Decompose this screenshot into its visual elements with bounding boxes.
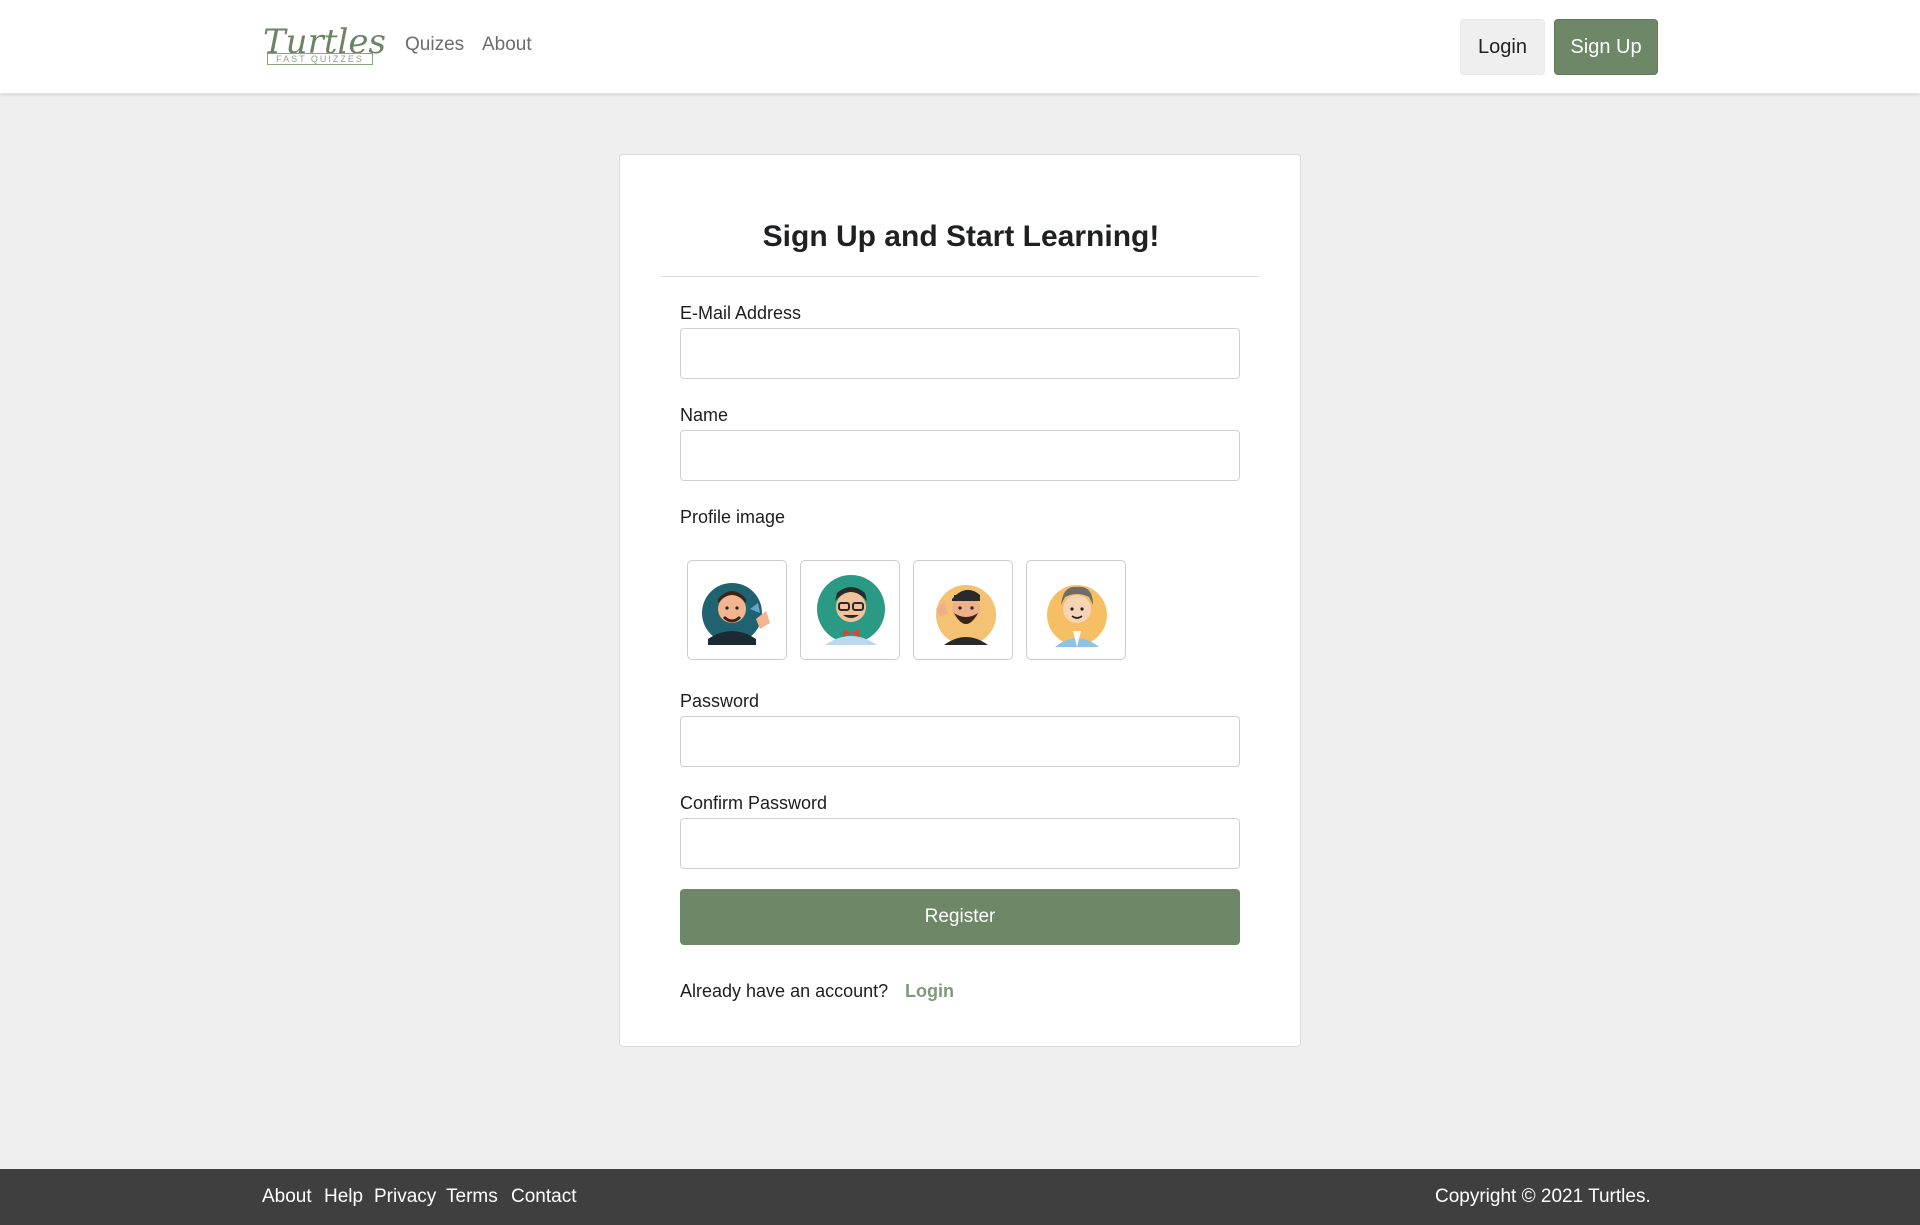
avatar-option-1[interactable] bbox=[687, 560, 787, 660]
footer-link-terms[interactable]: Terms bbox=[446, 1186, 498, 1208]
brand-tagline: FAST QUIZZES bbox=[267, 53, 373, 65]
profile-image-label: Profile image bbox=[680, 507, 786, 527]
brand-logo[interactable]: Turtles FAST QUIZZES bbox=[263, 22, 386, 70]
footer-link-help[interactable]: Help bbox=[324, 1186, 363, 1208]
title-divider bbox=[660, 276, 1260, 277]
avatar-bowtie-man-icon bbox=[817, 575, 885, 645]
nav-link-quizes[interactable]: Quizes bbox=[405, 34, 464, 56]
page-title: Sign Up and Start Learning! bbox=[762, 220, 1160, 253]
avatar-waving-man-icon bbox=[702, 583, 770, 645]
footer-link-about[interactable]: About bbox=[262, 1186, 312, 1208]
already-have-account-text: Already have an account? bbox=[680, 981, 889, 1001]
avatar-option-2[interactable] bbox=[800, 560, 900, 660]
top-navbar: Turtles FAST QUIZZES Quizes About Login … bbox=[0, 0, 1920, 94]
password-label: Password bbox=[680, 691, 760, 711]
footer-link-privacy[interactable]: Privacy bbox=[374, 1186, 436, 1208]
footer-link-contact[interactable]: Contact bbox=[511, 1186, 576, 1208]
avatar-option-4[interactable] bbox=[1026, 560, 1126, 660]
avatar-bearded-man-icon bbox=[936, 585, 996, 645]
avatar-grey-haired-man-icon bbox=[1047, 585, 1107, 647]
confirm-password-label: Confirm Password bbox=[680, 793, 828, 813]
register-button[interactable]: Register bbox=[680, 889, 1240, 945]
nav-link-about[interactable]: About bbox=[482, 34, 532, 56]
copyright-text: Copyright © 2021 Turtles. bbox=[1435, 1186, 1651, 1207]
signup-card: Sign Up and Start Learning! E-Mail Addre… bbox=[619, 154, 1301, 1047]
login-button[interactable]: Login bbox=[1460, 19, 1545, 75]
password-field[interactable] bbox=[680, 716, 1240, 767]
footer: About Help Privacy Terms Contact Copyrig… bbox=[0, 1169, 1920, 1225]
confirm-password-field[interactable] bbox=[680, 818, 1240, 869]
email-field[interactable] bbox=[680, 328, 1240, 379]
avatar-option-3[interactable] bbox=[913, 560, 1013, 660]
signup-button[interactable]: Sign Up bbox=[1554, 19, 1658, 75]
name-field[interactable] bbox=[680, 430, 1240, 481]
email-label: E-Mail Address bbox=[680, 303, 802, 323]
login-link[interactable]: Login bbox=[905, 981, 954, 1002]
name-label: Name bbox=[680, 405, 729, 425]
